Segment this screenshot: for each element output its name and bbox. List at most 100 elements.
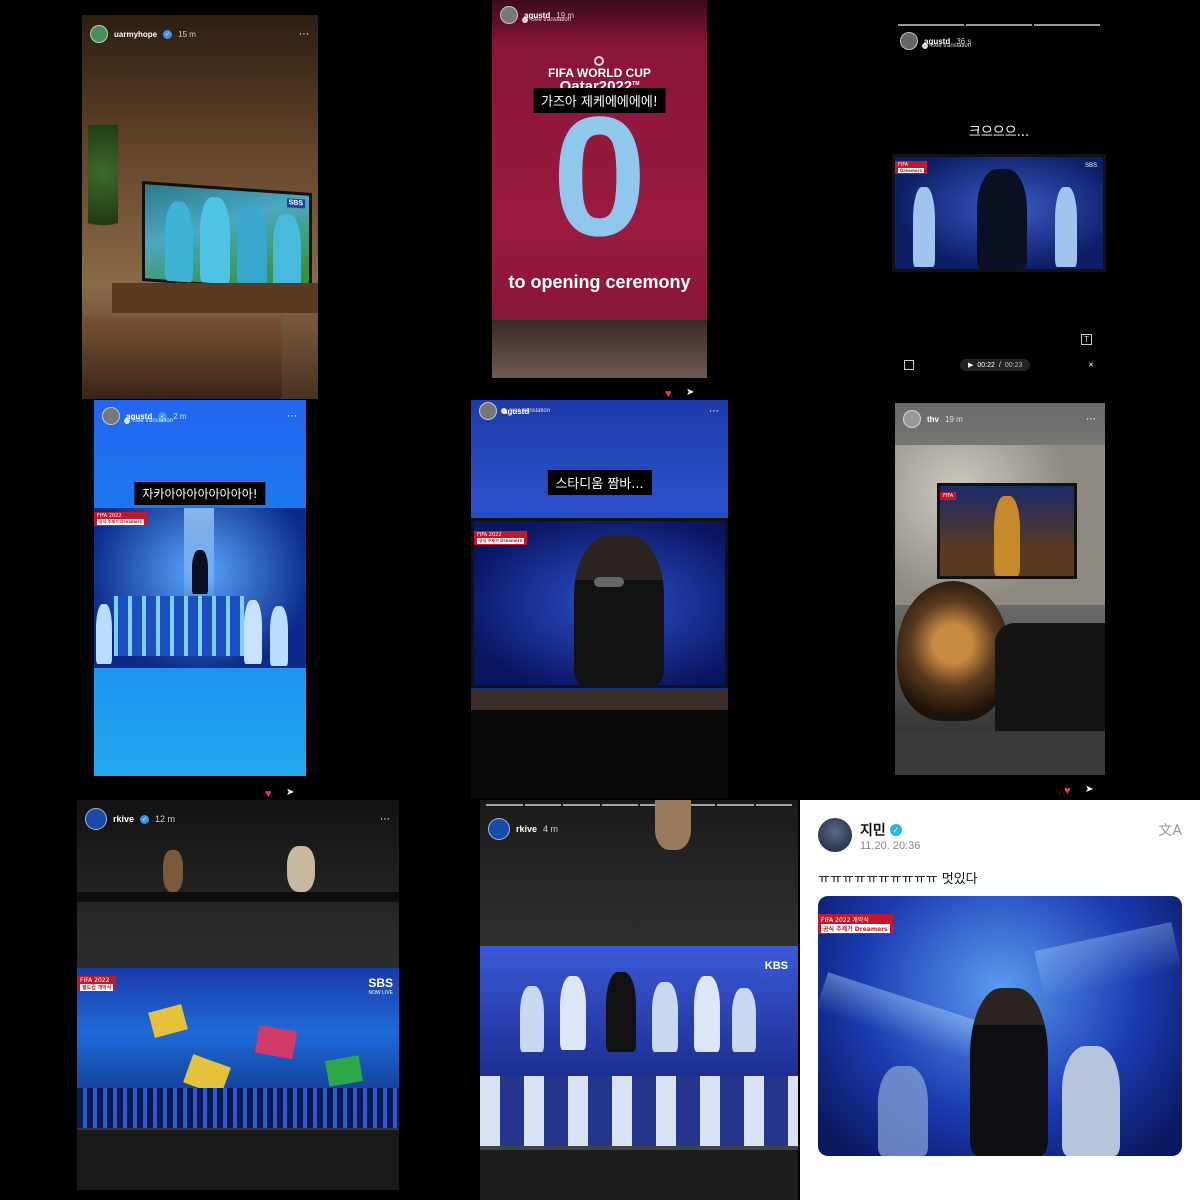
video-pill[interactable]: ▶ 00:22/ 00:23 [960,359,1031,371]
like-heart-icon[interactable]: ♥ [665,388,672,400]
send-icon[interactable]: ➤ [1085,784,1093,795]
story-panel-uarmyhope[interactable]: uarmyhope ✓ 15 m ⋯ SBS [82,15,318,399]
sofa [995,623,1105,733]
tv-screen: SBS [142,181,312,293]
tv-channel-logo: SBS NOW LIVE [368,976,393,996]
tv-screen: FIFA 2022 공식 주제가 Dreamers [471,518,728,688]
post-panel-jimin[interactable]: 지민 ✓ 11.20. 20:36 文A ㅠㅠㅠㅠㅠㅠㅠㅠㅠㅠ 멋있다 FIFA… [800,800,1200,1200]
post-image[interactable]: FIFA 2022 개막식 공식 주제가 Dreamers [818,896,1182,1156]
tv-stand [77,1130,399,1190]
crowd [77,1088,399,1128]
send-icon[interactable]: ➤ [686,387,694,398]
play-icon[interactable]: ▶ [968,361,973,369]
verified-icon: ✓ [889,824,902,836]
story-caption: 자카아아아아아아아아! [134,482,266,505]
translate-globe-icon [124,418,130,424]
story-caption: 스타디움 짬바... [547,470,652,495]
wall-bottom [492,320,707,378]
shelf [77,892,399,902]
story-panel-thv[interactable]: thv 19 m ⋯ FIFA [895,403,1105,775]
tv-stand [471,690,728,710]
more-options-icon[interactable]: ⋯ [380,814,391,825]
tv-screen: FIFA Dreamers SBS [892,154,1106,272]
more-options-icon[interactable]: ⋯ [287,411,298,422]
post-time: 19 m [945,414,963,424]
post-time: 2 m [173,411,187,421]
verified-icon: ✓ [140,814,150,824]
translate-icon[interactable]: 文A [1158,820,1182,840]
avatar[interactable] [102,407,120,425]
screenshot-icon[interactable] [904,360,914,370]
floor [895,731,1105,775]
post-time: 15 m [178,29,196,39]
post-time: 4 m [543,824,559,834]
story-panel-rkive-1[interactable]: rkive ✓ 12 m ⋯ FIFA 2022 월드컵 개막식 SBS NOW… [77,800,399,1190]
mute-icon[interactable]: ✕ [1088,361,1094,369]
flag-1 [148,1004,188,1038]
table [82,315,282,399]
story-header: rkive 4 m [480,818,798,840]
front-row [480,1076,798,1146]
like-heart-icon[interactable]: ♥ [1064,785,1071,797]
tv-stand [480,1150,798,1200]
post-text: ㅠㅠㅠㅠㅠㅠㅠㅠㅠㅠ 멋있다 [818,872,978,887]
username[interactable]: thv [927,415,939,424]
flag-4 [325,1055,363,1087]
text-tool-icon[interactable]: T [1081,334,1092,345]
avatar[interactable] [479,402,497,420]
see-translation-link[interactable]: See translation [522,17,571,23]
avatar[interactable] [488,818,510,840]
see-translation-link[interactable]: See translation [124,418,173,424]
figurine-right [287,846,315,892]
flag-2 [254,1024,298,1060]
see-translation-link[interactable]: See translation [922,43,971,49]
tv-stand [112,283,318,313]
story-panel-rkive-2[interactable]: rkive 4 m KBS [480,800,798,1200]
avatar[interactable] [85,808,107,830]
story-caption: 크으으으... [960,118,1038,143]
story-panel-countdown[interactable]: agustd 19 m See translation FIFA WORLD C… [492,0,707,378]
tv-screen: KBS [480,946,798,1146]
more-options-icon[interactable]: ⋯ [299,29,310,40]
username[interactable]: rkive [113,814,134,824]
story-panel-blue[interactable]: agustd ✓ 2 m ⋯ See translation 자카아아아아아아아… [94,400,306,776]
post-time: 12 m [155,814,176,824]
avatar[interactable] [818,818,852,852]
translate-globe-icon [522,17,528,23]
story-panel-video[interactable]: agustd 36 s See translation 크으으으... FIFA… [892,18,1106,380]
story-panel-stadium[interactable]: agustd ⋯ See translation 스타디움 짬바... FIFA… [471,400,728,798]
post-timestamp: 11.20. 20:36 [860,840,921,852]
send-icon[interactable]: ➤ [286,787,294,798]
tv-channel-logo: SBS [1084,163,1097,169]
story-header: rkive ✓ 12 m ⋯ [77,808,399,830]
see-translation-link[interactable]: See translation [501,408,550,414]
more-options-icon[interactable]: ⋯ [1086,414,1097,425]
username[interactable]: uarmyhope [114,30,157,39]
tv-screen: FIFA 2022 공식 주제가 Dreamers [94,508,306,668]
qatar-logo-dot [594,56,604,66]
dog [897,581,1009,721]
tv-screen: FIFA 2022 월드컵 개막식 SBS NOW LIVE [77,968,399,1128]
avatar[interactable] [500,6,518,24]
verified-icon: ✓ [163,29,173,39]
like-heart-icon[interactable]: ♥ [265,788,272,800]
story-progress [898,24,1100,26]
more-options-icon[interactable]: ⋯ [709,406,720,417]
floor [471,710,728,798]
figurine-left [163,850,183,892]
avatar[interactable] [90,25,108,43]
tv-channel-logo: SBS [286,198,305,209]
username[interactable]: rkive [516,824,537,834]
figurine [655,800,691,850]
story-header: uarmyhope ✓ 15 m ⋯ [82,25,318,43]
tv-channel-logo: KBS [764,960,788,972]
countdown-subtitle: to opening ceremony [508,272,691,292]
author-name[interactable]: 지민 [860,820,886,840]
avatar[interactable] [903,410,921,428]
translate-globe-icon [922,43,928,49]
tv-screen: FIFA [937,483,1077,579]
story-header: thv 19 m ⋯ [895,410,1105,428]
avatar[interactable] [900,32,918,50]
video-controls: ▶ 00:22/ 00:23 ✕ [892,356,1106,374]
plant [88,125,118,245]
